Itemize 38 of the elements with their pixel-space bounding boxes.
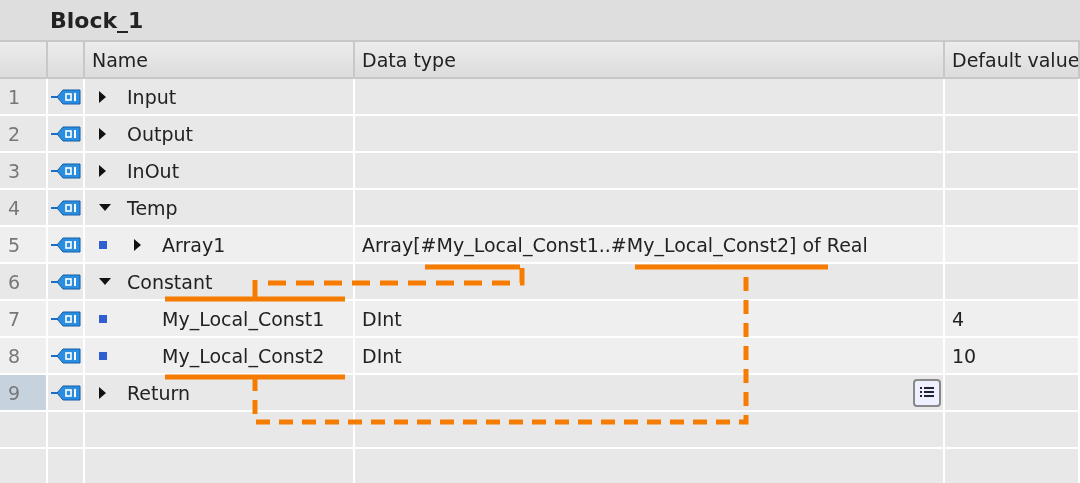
row-number[interactable]: 1 [0,79,48,116]
collapse-arrow-icon[interactable] [99,203,111,212]
expand-arrow-icon[interactable] [99,386,107,399]
column-header[interactable]: Default value [945,42,1080,79]
data-type: DInt [362,307,402,330]
bullet-icon [99,351,107,360]
column-header[interactable]: Name [85,42,355,79]
row-number[interactable]: 7 [0,301,48,338]
default-value: 4 [952,307,965,330]
variable-name: Input [127,85,177,108]
variable-name: InOut [127,159,180,182]
variable-name: My_Local_Const2 [162,344,325,367]
row-number[interactable]: 8 [0,338,48,375]
row-number[interactable]: 4 [0,190,48,227]
expand-arrow-icon[interactable] [99,127,107,140]
row-number[interactable]: 3 [0,153,48,190]
row-number[interactable]: 5 [0,227,48,264]
row-number[interactable]: 6 [0,264,48,301]
collapse-arrow-icon[interactable] [99,277,111,286]
column-header[interactable]: Data type [355,42,945,79]
expand-arrow-icon[interactable] [134,238,142,251]
variable-name: Array1 [162,233,226,256]
expand-arrow-icon[interactable] [99,90,107,103]
variable-name: Return [127,381,191,404]
variable-name: Constant [127,270,213,293]
data-type: Array[#My_Local_Const1..#My_Local_Const2] of Real [362,233,868,256]
variable-name: My_Local_Const1 [162,307,325,330]
data-type: DInt [362,344,402,367]
bullet-icon [99,314,107,323]
row-number[interactable]: 2 [0,116,48,153]
bullet-icon [99,240,107,249]
variable-name: Output [127,122,193,145]
list-button[interactable] [913,378,941,407]
variable-name: Temp [127,196,178,219]
expand-arrow-icon[interactable] [99,164,107,177]
block-title: Block_1 [50,7,144,33]
row-number[interactable]: 9 [0,375,48,412]
default-value: 10 [952,344,977,367]
